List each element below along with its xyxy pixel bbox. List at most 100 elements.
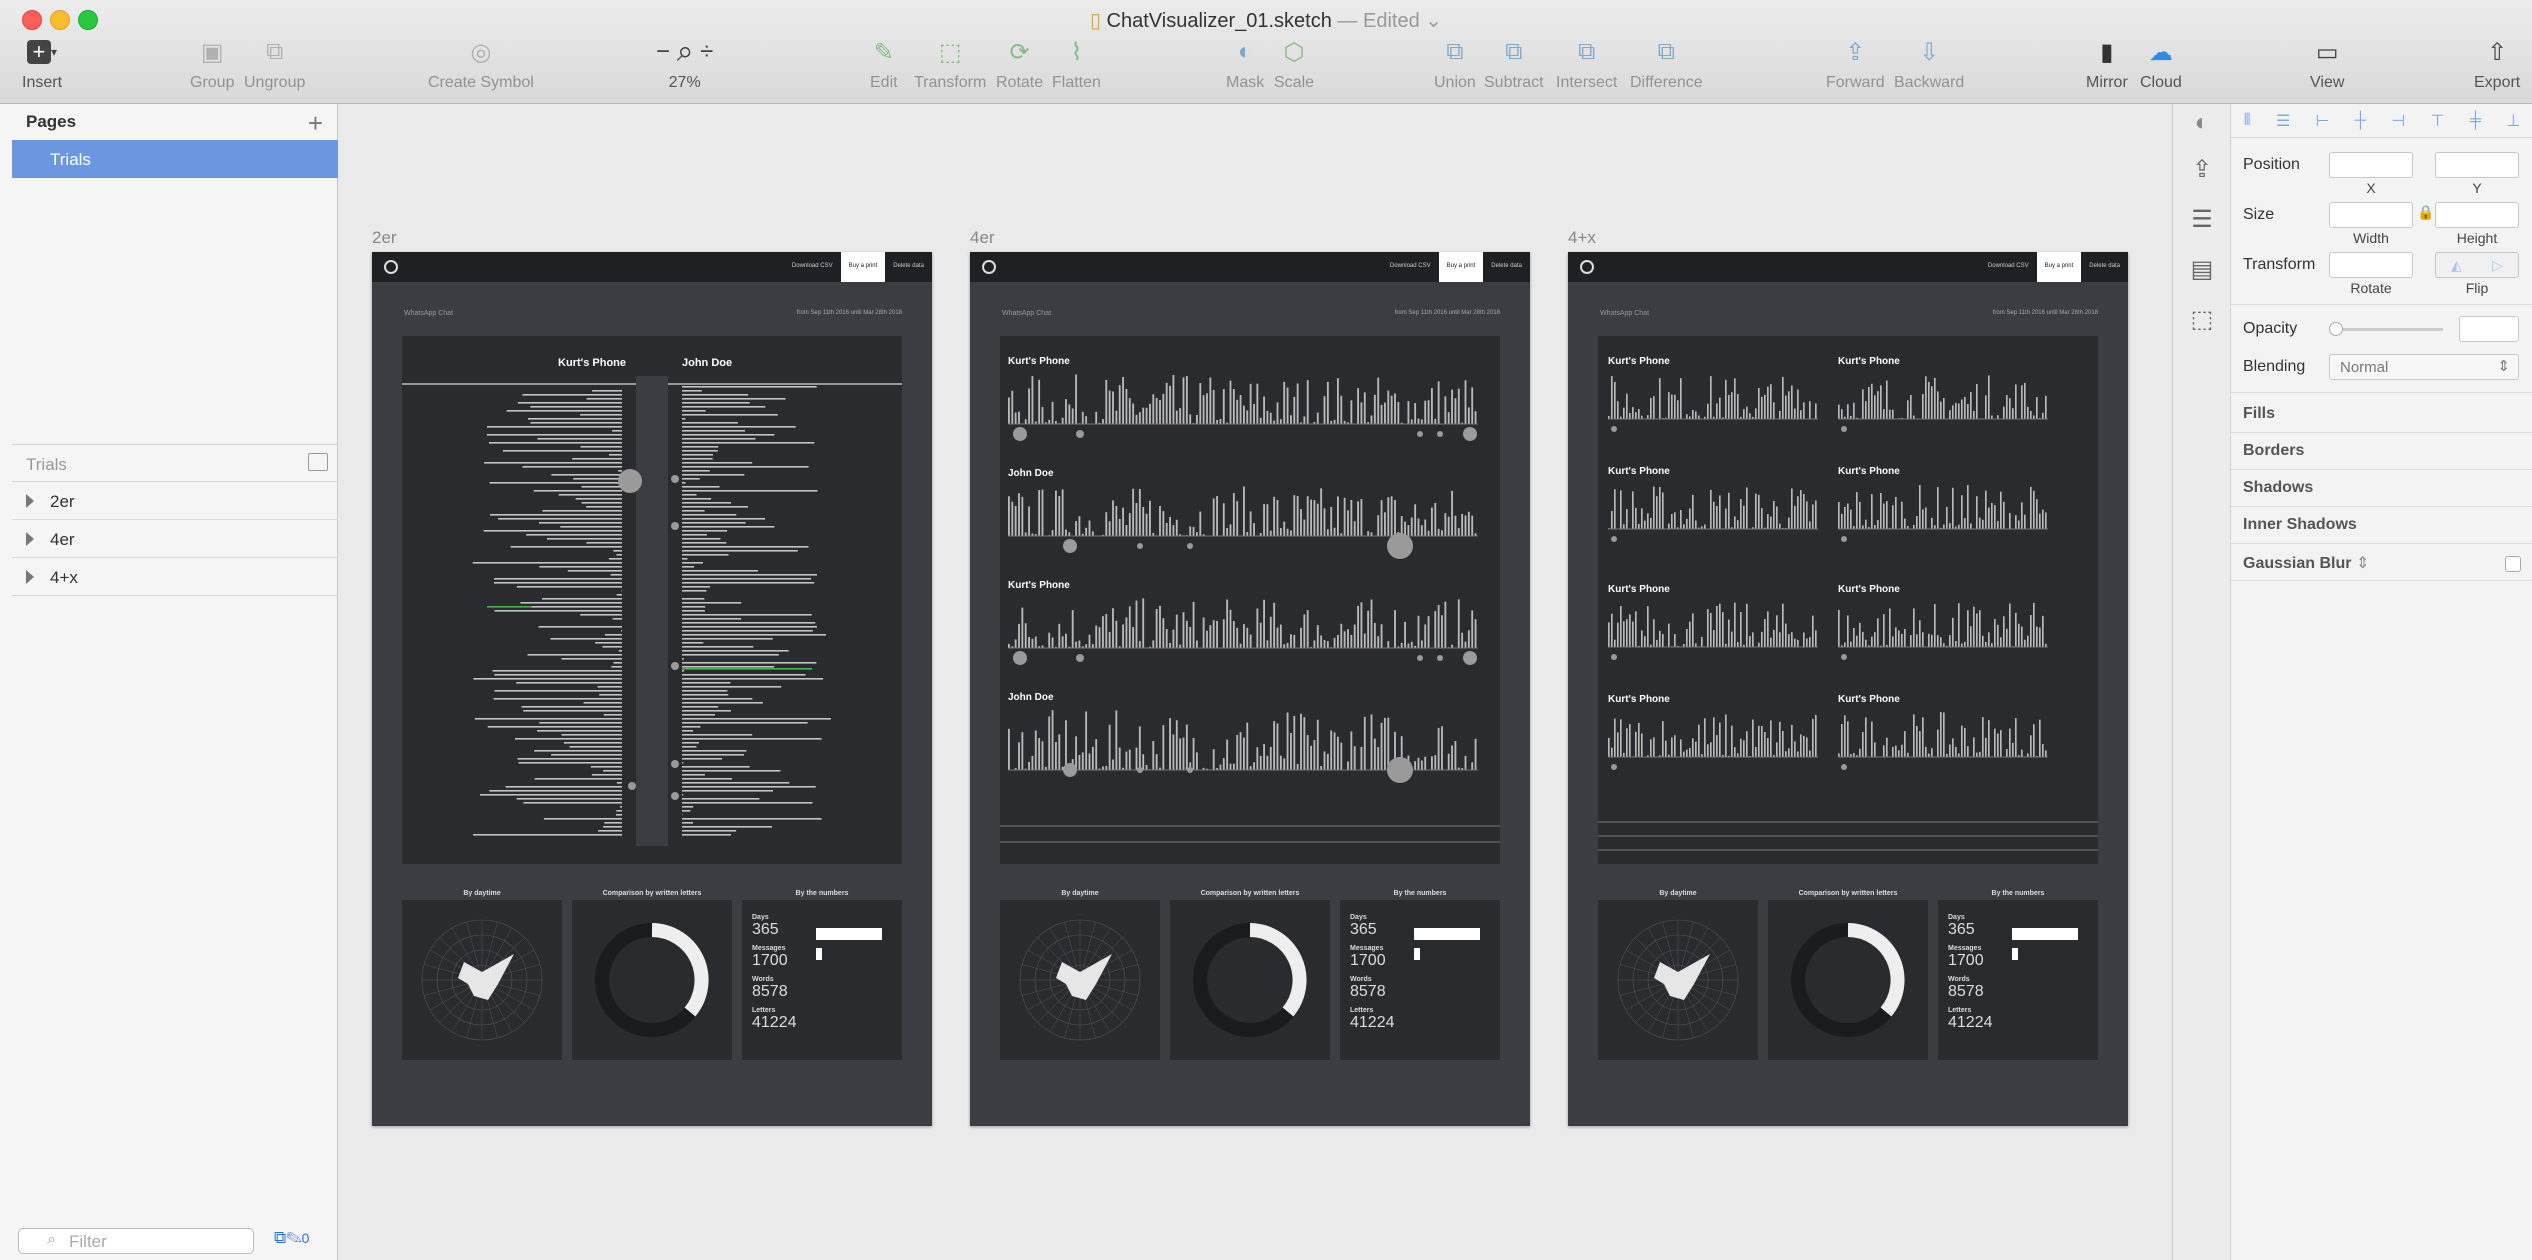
group-button[interactable]: ▣ Group	[190, 36, 234, 92]
height-field[interactable]	[2435, 202, 2519, 228]
layer-filter-icons[interactable]: ⧉✎0	[274, 1228, 309, 1248]
opacity-field[interactable]	[2459, 316, 2519, 342]
align-center-icon[interactable]: ┼	[2355, 112, 2366, 130]
nav-item[interactable]: Buy a print	[1438, 252, 1484, 282]
difference-button[interactable]: ⧉ Difference	[1630, 36, 1703, 92]
union-button[interactable]: ⧉ Union	[1434, 36, 1476, 92]
backward-button[interactable]: ⇩ Backward	[1894, 36, 1964, 92]
nav-item[interactable]: Delete data	[2081, 252, 2128, 282]
position-x-field[interactable]	[2329, 152, 2413, 178]
blending-select[interactable]: Normal ⇕	[2329, 354, 2519, 380]
page-item-trials[interactable]: Trials	[12, 140, 338, 178]
mask-button[interactable]: ◐ Mask	[1226, 36, 1264, 92]
insert-button[interactable]: + ▾ Insert	[22, 36, 62, 92]
layer-item-4er[interactable]: 4er	[12, 520, 338, 558]
align-left-icon[interactable]: ⊢	[2316, 111, 2330, 131]
difference-icon: ⧉	[1657, 38, 1675, 65]
artboard-icon[interactable]: ⬚	[2183, 302, 2221, 336]
color-icon[interactable]: ◐	[2183, 106, 2221, 140]
disclosure-triangle-icon[interactable]	[26, 494, 34, 508]
cloud-button[interactable]: ☁ Cloud	[2140, 36, 2182, 92]
transform-button[interactable]: ⬚ Transform	[914, 36, 986, 92]
cloud-icon: ☁	[2148, 38, 2173, 66]
flip-horizontal-icon[interactable]: ◭	[2451, 257, 2462, 274]
edited-status: — Edited	[1337, 10, 1420, 32]
share-icon[interactable]: ⇪	[2183, 152, 2221, 186]
width-field[interactable]	[2329, 202, 2413, 228]
nav-item[interactable]: Download CSV	[1382, 252, 1439, 282]
ungroup-button[interactable]: ⧉ Ungroup	[244, 36, 305, 92]
artboard-four[interactable]: Download CSV Buy a print Delete data Whats…	[970, 252, 1530, 1126]
forward-button[interactable]: ⇪ Forward	[1826, 36, 1885, 92]
collapse-layers-icon[interactable]	[308, 453, 328, 471]
zoom-in-icon[interactable]: ÷	[700, 38, 713, 66]
flip-buttons[interactable]: ◭ ▷	[2435, 252, 2519, 278]
opacity-slider-knob[interactable]	[2329, 322, 2343, 336]
nav-item[interactable]: Buy a print	[2036, 252, 2082, 282]
stat-key: Words	[1948, 976, 1970, 983]
slices-filter-icon[interactable]: ✎	[286, 1228, 302, 1247]
symbols-filter-icon[interactable]: ⧉	[274, 1228, 286, 1247]
chevron-down-icon[interactable]: ⌄	[1425, 10, 1442, 32]
stat-key: Days	[1948, 914, 1965, 921]
disclosure-triangle-icon[interactable]	[26, 570, 34, 584]
zoom-control[interactable]: − ⌕ ÷ 27%	[656, 35, 713, 92]
nav-item[interactable]: Download CSV	[784, 252, 841, 282]
position-y-field[interactable]	[2435, 152, 2519, 178]
align-middle-icon[interactable]: ╪	[2470, 112, 2481, 130]
scale-button[interactable]: ⬡ Scale	[1274, 36, 1314, 92]
flatten-button[interactable]: ⌇ Flatten	[1052, 36, 1101, 92]
artboard-label[interactable]: 4+x	[1568, 228, 1596, 248]
artboard-label[interactable]: 4er	[970, 228, 995, 248]
intersect-button[interactable]: ⧉ Intersect	[1556, 36, 1617, 92]
stat-key: Days	[752, 914, 769, 921]
add-page-icon[interactable]: +	[308, 108, 323, 139]
borders-section[interactable]: Borders	[2231, 433, 2532, 470]
lock-icon[interactable]: 🔒	[2417, 204, 2434, 221]
disclosure-triangle-icon[interactable]	[26, 532, 34, 546]
group-icon: ▣	[200, 38, 224, 66]
layers-stack-icon[interactable]: ☰	[2183, 202, 2221, 236]
radar-chart	[421, 919, 543, 1041]
stat-bar	[1414, 928, 1480, 940]
artboard-two[interactable]: Download CSV Buy a print Delete data Whats…	[372, 252, 932, 1126]
gaussian-blur-checkbox[interactable]	[2505, 556, 2521, 572]
nav-item[interactable]: Buy a print	[840, 252, 886, 282]
nav-item[interactable]: Delete data	[885, 252, 932, 282]
subtract-button[interactable]: ⧉ Subtract	[1484, 36, 1544, 92]
ungroup-icon: ⧉	[266, 38, 284, 65]
filter-input[interactable]: ⌕ Filter	[18, 1228, 254, 1254]
inner-shadows-section[interactable]: Inner Shadows	[2231, 507, 2532, 544]
distribute-vertical-icon[interactable]: ☰	[2276, 111, 2290, 131]
canvas[interactable]: 2er Download CSV Buy a print Delete data W…	[339, 104, 2172, 1260]
artboard-label[interactable]: 2er	[372, 228, 397, 248]
stepper-icon[interactable]: ⇕	[2356, 555, 2369, 572]
stat-value: 365	[1948, 921, 1975, 938]
opacity-slider[interactable]	[2333, 328, 2443, 331]
mirror-button[interactable]: ▮ Mirror	[2086, 36, 2128, 92]
rotate-button[interactable]: ⟳ Rotate	[996, 36, 1043, 92]
view-button[interactable]: ▭ View	[2310, 36, 2344, 92]
timeline-chart: Kurt's Phone John Doe	[392, 357, 912, 846]
mirror-icon: ▮	[2100, 38, 2114, 66]
zoom-out-icon[interactable]: −	[656, 38, 670, 66]
text-style-icon[interactable]: ▤	[2183, 252, 2221, 286]
fills-section[interactable]: Fills	[2231, 396, 2532, 433]
layer-item-2er[interactable]: 2er	[12, 482, 338, 520]
align-bottom-icon[interactable]: ⊥	[2506, 111, 2520, 131]
nav-item[interactable]: Delete data	[1483, 252, 1530, 282]
create-symbol-button[interactable]: ◎ Create Symbol	[428, 36, 534, 92]
layer-item-4x[interactable]: 4+x	[12, 558, 338, 596]
card-title: By daytime	[1659, 890, 1697, 897]
flip-vertical-icon[interactable]: ▷	[2492, 257, 2503, 274]
distribute-horizontal-icon[interactable]: ⦀	[2244, 112, 2251, 130]
shadows-section[interactable]: Shadows	[2231, 470, 2532, 507]
export-button[interactable]: ⇧ Export	[2474, 36, 2520, 92]
rotate-field[interactable]	[2329, 252, 2413, 278]
gaussian-blur-section[interactable]: Gaussian Blur ⇕	[2231, 544, 2532, 581]
edit-button[interactable]: ✎ Edit	[870, 36, 898, 92]
align-right-icon[interactable]: ⊣	[2391, 111, 2405, 131]
align-top-icon[interactable]: ⊤	[2431, 111, 2445, 131]
nav-item[interactable]: Download CSV	[1980, 252, 2037, 282]
artboard-grid[interactable]: Download CSV Buy a print Delete data Whats…	[1568, 252, 2128, 1126]
